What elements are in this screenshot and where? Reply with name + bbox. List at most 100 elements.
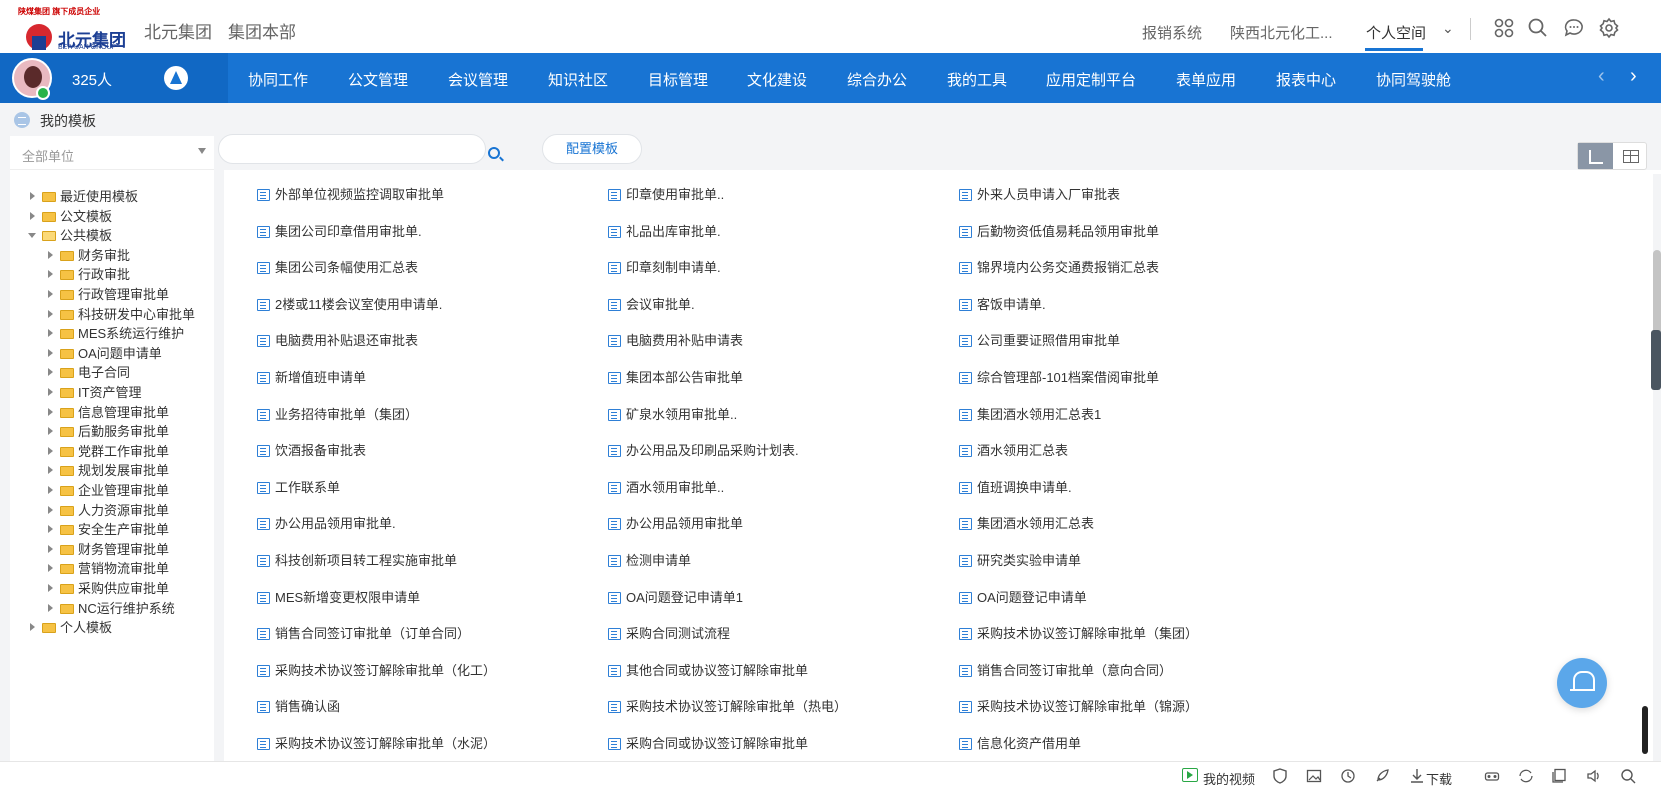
link-company[interactable]: 陕西北元化工... — [1230, 22, 1333, 43]
nav-item-culture[interactable]: 文化建设 — [747, 69, 807, 90]
chevron-down-icon[interactable]: ⌄ — [1442, 20, 1454, 37]
template-item[interactable]: 检测申请单 — [608, 550, 691, 568]
search-icon[interactable] — [1527, 17, 1549, 39]
template-item[interactable]: 外部单位视频监控调取审批单 — [257, 184, 444, 202]
tree-node[interactable]: 营销物流审批单 — [46, 558, 169, 576]
image-icon[interactable] — [1306, 768, 1322, 784]
expand-closed-icon[interactable] — [46, 407, 56, 417]
expand-closed-icon[interactable] — [46, 387, 56, 397]
apps-grid-icon[interactable] — [1493, 17, 1515, 39]
tree-node[interactable]: 财务审批 — [46, 245, 130, 263]
expand-closed-icon[interactable] — [46, 367, 56, 377]
expand-closed-icon[interactable] — [46, 446, 56, 456]
history-icon[interactable] — [1340, 768, 1356, 784]
template-item[interactable]: 锦界境内公务交通费报销汇总表 — [959, 257, 1159, 275]
template-item[interactable]: OA问题登记申请单 — [959, 587, 1087, 605]
nav-item-reports[interactable]: 报表中心 — [1276, 69, 1336, 90]
expand-open-icon[interactable] — [28, 230, 38, 240]
tree-node[interactable]: 科技研发中心审批单 — [46, 304, 195, 322]
window-icon[interactable] — [1552, 768, 1568, 784]
bottom-handle[interactable] — [1642, 706, 1648, 754]
template-item[interactable]: 业务招待审批单（集团） — [257, 404, 418, 422]
template-item[interactable]: 信息化资产借用单 — [959, 733, 1081, 751]
link-reimbursement[interactable]: 报销系统 — [1142, 22, 1202, 43]
nav-item-office[interactable]: 综合办公 — [847, 69, 907, 90]
nav-item-meetings[interactable]: 会议管理 — [448, 69, 508, 90]
expand-closed-icon[interactable] — [46, 269, 56, 279]
online-count[interactable]: 325人 — [72, 69, 112, 90]
tree-view-icon[interactable] — [1578, 143, 1613, 169]
template-item[interactable]: 其他合同或协议签订解除审批单 — [608, 660, 808, 678]
side-handle[interactable] — [1651, 330, 1661, 390]
notification-bell-icon[interactable] — [1557, 658, 1607, 708]
nav-item-collab[interactable]: 协同工作 — [248, 69, 308, 90]
template-item[interactable]: 办公用品领用审批单. — [257, 513, 396, 531]
expand-closed-icon[interactable] — [46, 603, 56, 613]
nav-item-tools[interactable]: 我的工具 — [947, 69, 1007, 90]
nav-item-docs[interactable]: 公文管理 — [348, 69, 408, 90]
expand-closed-icon[interactable] — [28, 622, 38, 632]
template-item[interactable]: 采购技术协议签订解除审批单（锦源） — [959, 696, 1198, 714]
expand-closed-icon[interactable] — [46, 583, 56, 593]
tree-node[interactable]: 党群工作审批单 — [46, 441, 169, 459]
nav-next-icon[interactable]: › — [1630, 65, 1637, 88]
expand-closed-icon[interactable] — [46, 563, 56, 573]
template-item[interactable]: 采购技术协议签订解除审批单（热电） — [608, 696, 847, 714]
swap-icon[interactable] — [1518, 768, 1534, 784]
tree-node[interactable]: 公共模板 — [28, 225, 112, 243]
tree-node[interactable]: 行政管理审批单 — [46, 284, 169, 302]
tree-node[interactable]: 企业管理审批单 — [46, 480, 169, 498]
tree-node[interactable]: 行政审批 — [46, 264, 130, 282]
company-logo[interactable]: 陕煤集团 旗下成员企业 北元集团 BEIYUAN GROUP — [18, 6, 128, 51]
rocket-icon[interactable] — [1374, 768, 1390, 784]
download-link[interactable]: 下载 — [1426, 769, 1452, 788]
expand-closed-icon[interactable] — [46, 348, 56, 358]
template-item[interactable]: 采购技术协议签订解除审批单（集团） — [959, 623, 1198, 641]
tree-node[interactable]: OA问题申请单 — [46, 343, 162, 361]
org-dept[interactable]: 集团本部 — [228, 23, 296, 42]
expand-closed-icon[interactable] — [28, 211, 38, 221]
download-icon[interactable] — [1410, 768, 1424, 784]
template-item[interactable]: 办公用品领用审批单 — [608, 513, 743, 531]
template-item[interactable]: 集团酒水领用汇总表1 — [959, 404, 1101, 422]
expand-closed-icon[interactable] — [46, 524, 56, 534]
my-video-link[interactable]: 我的视频 — [1203, 769, 1255, 788]
template-item[interactable]: 礼品出库审批单. — [608, 221, 721, 239]
search-input[interactable] — [231, 141, 451, 159]
tree-node[interactable]: IT资产管理 — [46, 382, 142, 400]
tree-node[interactable]: NC运行维护系统 — [46, 598, 175, 616]
expand-closed-icon[interactable] — [46, 250, 56, 260]
nav-item-goals[interactable]: 目标管理 — [648, 69, 708, 90]
expand-closed-icon[interactable] — [46, 309, 56, 319]
template-item[interactable]: 会议审批单. — [608, 294, 695, 312]
template-item[interactable]: 酒水领用审批单.. — [608, 477, 724, 495]
expand-closed-icon[interactable] — [46, 426, 56, 436]
template-item[interactable]: 印章使用审批单.. — [608, 184, 724, 202]
template-item[interactable]: 销售合同签订审批单（意向合同） — [959, 660, 1172, 678]
template-item[interactable]: 集团酒水领用汇总表 — [959, 513, 1094, 531]
tree-node[interactable]: 最近使用模板 — [28, 186, 138, 204]
expand-closed-icon[interactable] — [46, 544, 56, 554]
tree-node[interactable]: 采购供应审批单 — [46, 578, 169, 596]
template-item[interactable]: 电脑费用补贴退还审批表 — [257, 330, 418, 348]
nav-item-cockpit[interactable]: 协同驾驶舱 — [1376, 69, 1451, 90]
template-item[interactable]: 科技创新项目转工程实施审批单 — [257, 550, 457, 568]
template-item[interactable]: 集团公司印章借用审批单. — [257, 221, 422, 239]
template-item[interactable]: 办公用品及印刷品采购计划表. — [608, 440, 799, 458]
template-item[interactable]: 采购技术协议签订解除审批单（水泥） — [257, 733, 496, 751]
template-item[interactable]: 电脑费用补贴申请表 — [608, 330, 743, 348]
tree-node[interactable]: 规划发展审批单 — [46, 460, 169, 478]
tree-node[interactable]: 个人模板 — [28, 617, 112, 635]
template-item[interactable]: 酒水领用汇总表 — [959, 440, 1068, 458]
search-box[interactable] — [218, 134, 486, 164]
template-item[interactable]: 矿泉水领用审批单.. — [608, 404, 737, 422]
expand-closed-icon[interactable] — [46, 485, 56, 495]
link-personal-space[interactable]: 个人空间 — [1366, 22, 1426, 43]
nav-home-icon[interactable] — [164, 66, 188, 90]
chat-icon[interactable] — [1563, 17, 1585, 39]
tree-node[interactable]: 公文模板 — [28, 206, 112, 224]
gear-icon[interactable] — [1598, 17, 1620, 39]
expand-closed-icon[interactable] — [46, 289, 56, 299]
expand-closed-icon[interactable] — [46, 505, 56, 515]
tree-node[interactable]: 人力资源审批单 — [46, 500, 169, 518]
